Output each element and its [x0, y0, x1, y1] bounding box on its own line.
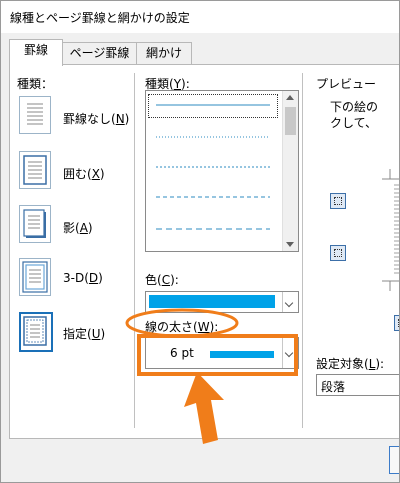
no-border-icon[interactable] — [19, 96, 51, 134]
setting-header: 種類： — [17, 77, 54, 91]
scroll-down-icon[interactable] — [286, 242, 294, 247]
option-none-label[interactable]: 罫線なし(N) — [63, 110, 129, 127]
line-width-dropdown-button[interactable] — [282, 338, 298, 368]
chevron-down-icon — [284, 298, 294, 308]
chevron-down-icon — [284, 348, 294, 358]
tab-label: 罫線 — [23, 43, 48, 57]
tab-borders[interactable]: 罫線 — [9, 39, 63, 66]
option-3d-label[interactable]: 3-D(D) — [63, 271, 103, 285]
color-dropdown-button[interactable] — [282, 292, 298, 312]
tab-label: ページ罫線 — [69, 46, 130, 60]
line-style-list[interactable] — [145, 90, 299, 252]
apply-to-value: 段落 — [321, 380, 346, 394]
shadow-border-icon-graphic — [23, 209, 46, 238]
apply-to-dropdown[interactable]: 段落 — [316, 374, 399, 396]
line-width-value: 6 pt — [170, 346, 194, 360]
preview-instruction-line1: 下の絵の — [330, 100, 379, 114]
custom-border-icon[interactable] — [19, 312, 53, 352]
line-style-samples — [156, 104, 270, 230]
custom-border-icon-graphic — [23, 316, 47, 346]
option-box-label[interactable]: 囲む(X) — [63, 165, 105, 182]
column-divider — [302, 73, 303, 428]
3d-border-icon[interactable] — [19, 258, 51, 296]
color-dropdown[interactable] — [145, 291, 299, 313]
option-custom-label[interactable]: 指定(U) — [63, 325, 105, 342]
line-style-scrollbar[interactable] — [282, 91, 298, 251]
shadow-border-icon[interactable] — [19, 205, 51, 243]
scroll-up-icon[interactable] — [286, 95, 294, 100]
tab-page-border[interactable]: ページ罫線 — [61, 42, 138, 65]
apply-to-label: 設定対象(L): — [316, 357, 385, 371]
3d-border-icon-graphic — [22, 261, 48, 293]
line-width-dropdown[interactable]: 6 pt — [145, 337, 299, 369]
title-bar: 線種とページ罫線と網かけの設定 — [1, 1, 399, 33]
preview-instruction-line2: クして、 — [330, 116, 378, 130]
borders-panel: 種類： 罫線なし(N) 囲む(X) 影(A) 3-D(D) 指定(U) 種類(Y… — [9, 64, 399, 439]
left-border-toggle[interactable] — [394, 315, 399, 331]
no-border-icon-graphic — [27, 103, 43, 125]
option-shadow-label[interactable]: 影(A) — [63, 219, 93, 236]
width-label: 線の太さ(W): — [145, 320, 219, 334]
line-width-sample — [210, 351, 274, 358]
preview-header: プレビュー — [316, 75, 380, 92]
dialog-title: 線種とページ罫線と網かけの設定 — [10, 11, 190, 25]
preview-page — [382, 169, 399, 291]
top-border-toggle[interactable] — [330, 193, 346, 209]
tab-shading[interactable]: 網かけ — [136, 42, 192, 65]
tab-label: 網かけ — [145, 46, 182, 60]
column-divider — [134, 73, 135, 428]
color-label: 色(C): — [145, 273, 179, 287]
box-border-icon-graphic — [23, 155, 47, 185]
color-swatch — [149, 295, 275, 308]
ok-button[interactable] — [389, 446, 399, 474]
bottom-border-toggle[interactable] — [330, 245, 346, 261]
borders-and-shading-dialog: 線種とページ罫線と網かけの設定 罫線 ページ罫線 網かけ 種類： 罫線なし(N)… — [0, 0, 400, 483]
box-border-icon[interactable] — [19, 151, 51, 189]
scroll-thumb[interactable] — [285, 107, 296, 135]
